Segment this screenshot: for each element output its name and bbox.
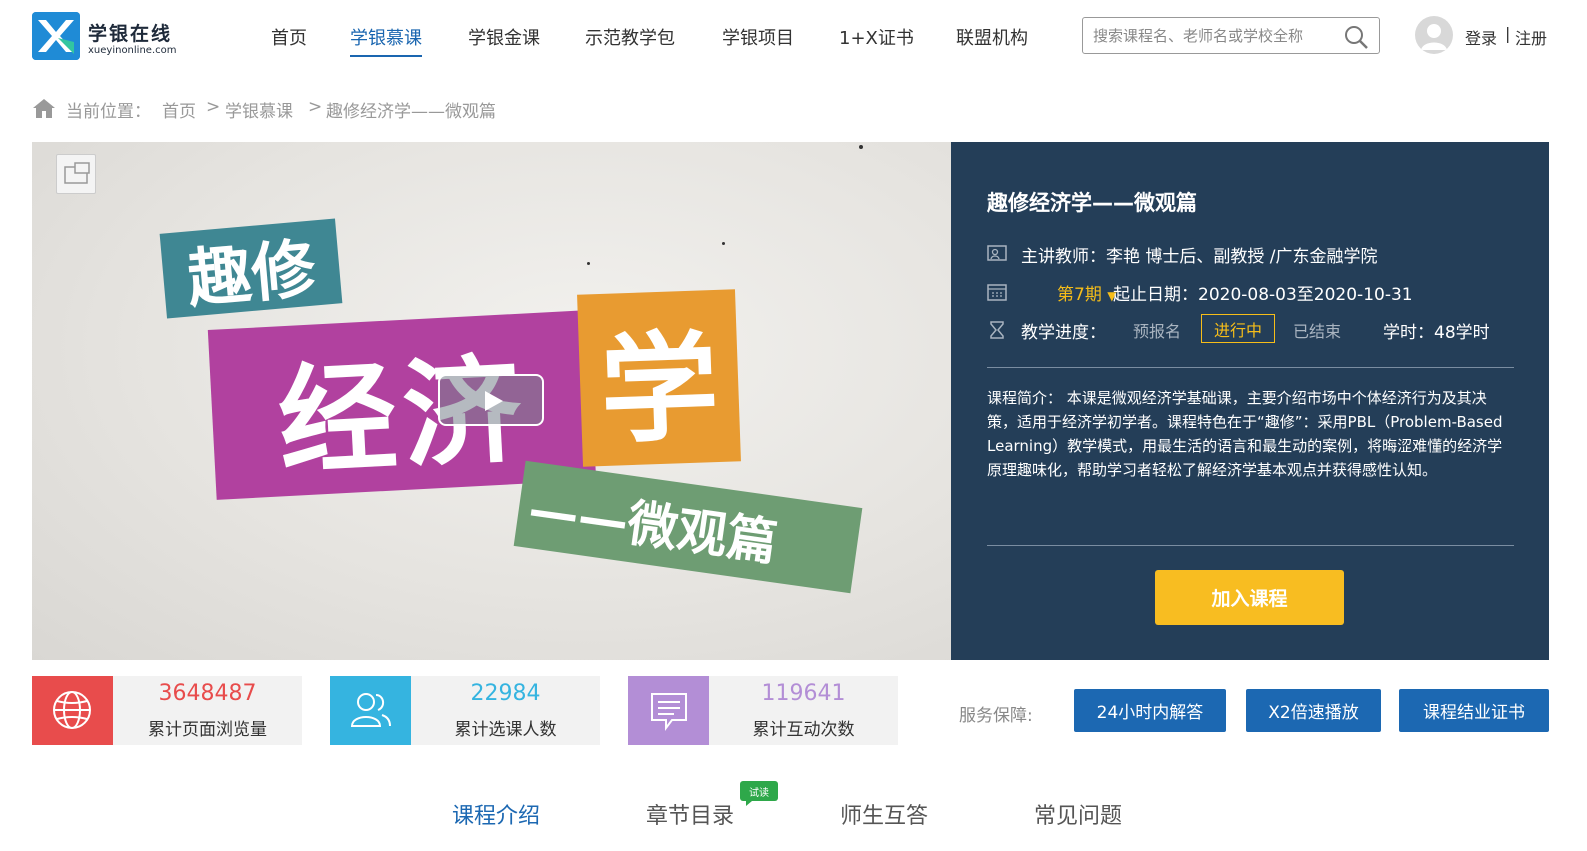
service-label: 服务保障: bbox=[959, 706, 1033, 726]
nav-home[interactable]: 首页 bbox=[271, 24, 307, 50]
breadcrumb-label: 当前位置： bbox=[66, 102, 151, 122]
course-intro: 课程简介： 本课是微观经济学基础课，主要介绍市场中个体经济行为及其决策，适用于经… bbox=[987, 389, 1503, 479]
stat-label: 累计页面浏览量 bbox=[148, 720, 267, 740]
search-box bbox=[1082, 17, 1380, 54]
trial-badge: 试读 bbox=[740, 781, 778, 806]
stat-value: 3648487 bbox=[158, 681, 257, 706]
paper-speck bbox=[722, 242, 725, 245]
stat-label: 累计互动次数 bbox=[752, 720, 855, 740]
login-link[interactable]: 登录 bbox=[1465, 25, 1497, 49]
register-link[interactable]: 注册 bbox=[1515, 25, 1547, 49]
teacher-text: 主讲教师：李艳 博士后、副教授 /广东金融学院 bbox=[1021, 247, 1378, 267]
tab-course-intro[interactable]: 课程介绍 bbox=[452, 798, 540, 830]
title-card-xue: 学 bbox=[577, 289, 741, 467]
nav-alliance[interactable]: 联盟机构 bbox=[956, 24, 1028, 50]
globe-icon bbox=[32, 676, 113, 745]
status-ended: 已结束 bbox=[1293, 322, 1342, 341]
nav-projects[interactable]: 学银项目 bbox=[722, 24, 794, 50]
nav-teaching-pack[interactable]: 示范教学包 bbox=[585, 24, 675, 50]
term-value: 第7期 bbox=[1057, 285, 1102, 305]
course-title: 趣修经济学——微观篇 bbox=[987, 191, 1197, 215]
hourglass-icon bbox=[990, 321, 1004, 339]
tab-faq[interactable]: 常见问题 bbox=[1034, 798, 1122, 830]
comment-icon bbox=[628, 676, 709, 745]
breadcrumb-separator: > bbox=[206, 97, 221, 117]
date-range: 起止日期：2020-08-03至2020-10-31 bbox=[1113, 285, 1413, 305]
nav-certificates[interactable]: 1+X证书 bbox=[839, 24, 914, 50]
calendar-icon bbox=[987, 284, 1007, 301]
paper-speck bbox=[587, 262, 590, 265]
progress-label: 教学进度： bbox=[1021, 323, 1106, 343]
status-signup: 预报名 bbox=[1133, 322, 1182, 341]
stat-enrollments: 22984 累计选课人数 bbox=[330, 676, 600, 745]
tab-qa[interactable]: 师生互答 bbox=[840, 798, 928, 830]
search-icon[interactable] bbox=[1343, 24, 1369, 50]
service-certificate[interactable]: 课程结业证书 bbox=[1399, 689, 1549, 732]
stat-value: 119641 bbox=[761, 681, 846, 706]
logo-mark-icon bbox=[32, 12, 80, 60]
picture-in-picture-icon[interactable] bbox=[56, 154, 96, 194]
teacher-icon bbox=[987, 245, 1007, 261]
stat-label: 累计选课人数 bbox=[454, 720, 557, 740]
service-24h-answer[interactable]: 24小时内解答 bbox=[1074, 689, 1226, 732]
header: 学银在线 xueyinonline.com 首页 学银慕课 学银金课 示范教学包… bbox=[0, 0, 1587, 75]
nav-gold-course[interactable]: 学银金课 bbox=[468, 24, 540, 50]
users-icon bbox=[330, 676, 411, 745]
course-video[interactable]: 趣修 经济 学 ——微观篇 bbox=[32, 142, 951, 660]
tab-chapters[interactable]: 章节目录 bbox=[646, 798, 734, 830]
paper-speck bbox=[859, 145, 863, 149]
breadcrumb-mooc[interactable]: 学银慕课 bbox=[225, 97, 293, 122]
nav-mooc[interactable]: 学银慕课 bbox=[350, 24, 422, 57]
status-in-progress: 进行中 bbox=[1201, 314, 1275, 343]
avatar-icon[interactable] bbox=[1415, 16, 1453, 54]
home-icon bbox=[33, 99, 55, 118]
login-separator: | bbox=[1505, 24, 1511, 43]
term-dropdown[interactable]: 第7期 ▼ bbox=[1057, 280, 1116, 305]
stat-interactions: 119641 累计互动次数 bbox=[628, 676, 898, 745]
divider bbox=[987, 545, 1514, 546]
stat-page-views: 3648487 累计页面浏览量 bbox=[32, 676, 302, 745]
stat-value: 22984 bbox=[470, 681, 541, 706]
course-info-panel: 趣修经济学——微观篇 主讲教师：李艳 博士后、副教授 /广东金融学院 第7期 ▼… bbox=[951, 142, 1549, 660]
divider bbox=[987, 367, 1514, 368]
logo-title: 学银在线 bbox=[88, 23, 173, 45]
breadcrumb-separator: > bbox=[308, 97, 323, 117]
play-button[interactable] bbox=[438, 374, 544, 426]
breadcrumb-home[interactable]: 首页 bbox=[162, 97, 196, 122]
course-hours: 学时：48学时 bbox=[1383, 323, 1490, 343]
site-logo[interactable]: 学银在线 xueyinonline.com bbox=[32, 12, 182, 62]
service-x2-speed[interactable]: X2倍速播放 bbox=[1246, 689, 1381, 732]
search-input[interactable] bbox=[1093, 24, 1333, 48]
logo-subtitle: xueyinonline.com bbox=[88, 45, 177, 56]
join-course-button[interactable]: 加入课程 bbox=[1155, 570, 1344, 625]
title-card-qu-xiu: 趣修 bbox=[159, 218, 343, 319]
breadcrumb-current: 趣修经济学——微观篇 bbox=[326, 102, 496, 122]
